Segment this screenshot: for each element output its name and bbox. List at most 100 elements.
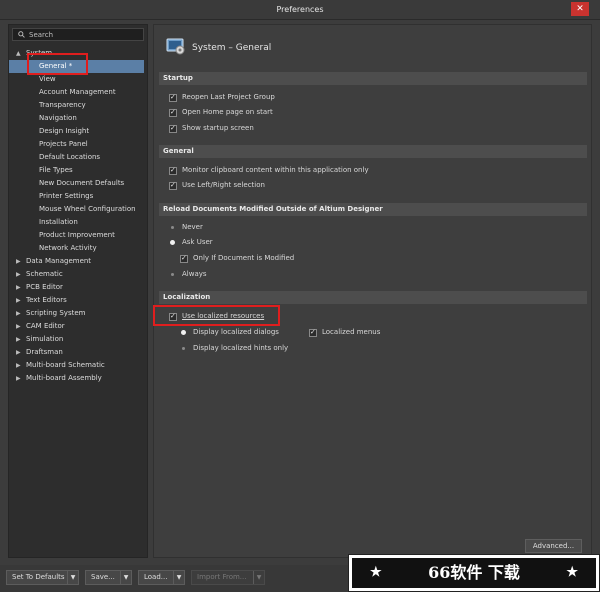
tree-item-new-document-defaults[interactable]: New Document Defaults xyxy=(9,177,147,190)
radio-ask-user[interactable] xyxy=(169,239,176,246)
option-open-home-page[interactable]: Open Home page on start xyxy=(169,107,273,118)
chevron-down-icon[interactable]: ▼ xyxy=(67,571,78,584)
search-icon xyxy=(18,31,25,38)
option-display-localized-dialogs[interactable]: Display localized dialogs xyxy=(180,327,279,338)
save-button[interactable]: Save... ▼ xyxy=(85,570,132,585)
tree-item-data-management[interactable]: ▶ Data Management xyxy=(9,255,147,268)
collapsed-arrow-icon[interactable]: ▶ xyxy=(16,372,21,385)
highlight-box-general xyxy=(27,53,88,75)
collapsed-arrow-icon[interactable]: ▶ xyxy=(16,255,21,268)
collapsed-arrow-icon[interactable]: ▶ xyxy=(16,294,21,307)
checkbox-reopen-last[interactable] xyxy=(169,92,177,103)
option-label: Display localized dialogs xyxy=(193,328,279,336)
tree-item-label: Text Editors xyxy=(26,296,67,304)
button-label: Set To Defaults xyxy=(12,573,65,581)
option-always[interactable]: Always xyxy=(169,269,207,280)
checkbox-left-right[interactable] xyxy=(169,180,177,191)
tree-item-installation[interactable]: Installation xyxy=(9,216,147,229)
tree-item-pcb-editor[interactable]: ▶ PCB Editor xyxy=(9,281,147,294)
option-label: Only If Document is Modified xyxy=(193,254,295,262)
tree-item-product-improvement[interactable]: Product Improvement xyxy=(9,229,147,242)
radio-never[interactable] xyxy=(169,224,176,231)
set-to-defaults-button[interactable]: Set To Defaults ▼ xyxy=(6,570,79,585)
tree-item-label: Data Management xyxy=(26,257,92,265)
option-label: Show startup screen xyxy=(182,124,254,132)
option-left-right-selection[interactable]: Use Left/Right selection xyxy=(169,180,265,191)
tree-item-navigation[interactable]: Navigation xyxy=(9,112,147,125)
section-header-general: General xyxy=(159,145,587,158)
expand-arrow-icon[interactable]: ▲ xyxy=(16,47,21,60)
close-button[interactable]: ✕ xyxy=(571,2,589,16)
radio-always[interactable] xyxy=(169,271,176,278)
section-header-reload: Reload Documents Modified Outside of Alt… xyxy=(159,203,587,216)
tree-item-projects-panel[interactable]: Projects Panel xyxy=(9,138,147,151)
option-label: Always xyxy=(182,270,207,278)
load-button[interactable]: Load... ▼ xyxy=(138,570,185,585)
checkbox-only-if-modified[interactable] xyxy=(180,253,188,264)
chevron-down-icon[interactable]: ▼ xyxy=(253,571,264,584)
option-only-if-modified[interactable]: Only If Document is Modified xyxy=(180,253,294,264)
collapsed-arrow-icon[interactable]: ▶ xyxy=(16,268,21,281)
button-label: Load... xyxy=(144,573,168,581)
collapsed-arrow-icon[interactable]: ▶ xyxy=(16,320,21,333)
tree-item-label: PCB Editor xyxy=(26,283,63,291)
tree-item-cam-editor[interactable]: ▶ CAM Editor xyxy=(9,320,147,333)
tree-item-label: Draftsman xyxy=(26,348,63,356)
option-label: Use Left/Right selection xyxy=(182,181,265,189)
watermark-inner: ★ 66软件 下载 ★ xyxy=(352,558,596,588)
checkbox-localized-menus[interactable] xyxy=(309,327,317,338)
star-icon: ★ xyxy=(566,565,578,580)
collapsed-arrow-icon[interactable]: ▶ xyxy=(16,281,21,294)
advanced-button[interactable]: Advanced... xyxy=(525,539,582,553)
tree-item-label: Multi-board Assembly xyxy=(26,374,102,382)
option-never[interactable]: Never xyxy=(169,222,203,233)
radio-display-hints[interactable] xyxy=(180,345,187,352)
page-title: System – General xyxy=(192,43,272,53)
tree-item-text-editors[interactable]: ▶ Text Editors xyxy=(9,294,147,307)
settings-panel: System – General Startup Reopen Last Pro… xyxy=(153,24,592,558)
tree-item-draftsman[interactable]: ▶ Draftsman xyxy=(9,346,147,359)
tree-item-transparency[interactable]: Transparency xyxy=(9,99,147,112)
button-label: Import From... xyxy=(197,573,247,581)
option-label: Open Home page on start xyxy=(182,108,273,116)
option-label: Never xyxy=(182,223,203,231)
checkbox-show-startup[interactable] xyxy=(169,123,177,134)
tree-item-simulation[interactable]: ▶ Simulation xyxy=(9,333,147,346)
highlight-box-localized xyxy=(153,305,280,326)
tree-item-scripting-system[interactable]: ▶ Scripting System xyxy=(9,307,147,320)
option-ask-user[interactable]: Ask User xyxy=(169,237,213,248)
tree-item-design-insight[interactable]: Design Insight xyxy=(9,125,147,138)
option-localized-menus[interactable]: Localized menus xyxy=(309,327,380,338)
option-display-localized-hints[interactable]: Display localized hints only xyxy=(180,343,288,354)
tree-item-multi-board-assembly[interactable]: ▶ Multi-board Assembly xyxy=(9,372,147,385)
tree-item-printer-settings[interactable]: Printer Settings xyxy=(9,190,147,203)
watermark-banner: ★ 66软件 下载 ★ xyxy=(348,554,600,592)
tree-item-file-types[interactable]: File Types xyxy=(9,164,147,177)
window-title: Preferences xyxy=(276,5,324,14)
tree-item-schematic[interactable]: ▶ Schematic xyxy=(9,268,147,281)
search-input[interactable] xyxy=(29,30,139,40)
option-show-startup-screen[interactable]: Show startup screen xyxy=(169,123,254,134)
chevron-down-icon[interactable]: ▼ xyxy=(120,571,131,584)
collapsed-arrow-icon[interactable]: ▶ xyxy=(16,333,21,346)
collapsed-arrow-icon[interactable]: ▶ xyxy=(16,346,21,359)
import-from-button[interactable]: Import From... ▼ xyxy=(191,570,265,585)
tree-item-mouse-wheel-configuration[interactable]: Mouse Wheel Configuration xyxy=(9,203,147,216)
tree-item-multi-board-schematic[interactable]: ▶ Multi-board Schematic xyxy=(9,359,147,372)
collapsed-arrow-icon[interactable]: ▶ xyxy=(16,307,21,320)
tree-item-account-management[interactable]: Account Management xyxy=(9,86,147,99)
tree-item-default-locations[interactable]: Default Locations xyxy=(9,151,147,164)
option-monitor-clipboard[interactable]: Monitor clipboard content within this ap… xyxy=(169,165,369,176)
option-label: Display localized hints only xyxy=(193,344,289,352)
search-box[interactable] xyxy=(12,28,144,41)
option-reopen-last-project-group[interactable]: Reopen Last Project Group xyxy=(169,92,275,103)
collapsed-arrow-icon[interactable]: ▶ xyxy=(16,359,21,372)
section-header-localization: Localization xyxy=(159,291,587,304)
chevron-down-icon[interactable]: ▼ xyxy=(173,571,184,584)
radio-display-dialogs[interactable] xyxy=(180,329,187,336)
tree-item-label: Simulation xyxy=(26,335,64,343)
tree-item-network-activity[interactable]: Network Activity xyxy=(9,242,147,255)
star-icon: ★ xyxy=(370,565,382,580)
checkbox-monitor-clipboard[interactable] xyxy=(169,165,177,176)
checkbox-open-home[interactable] xyxy=(169,107,177,118)
